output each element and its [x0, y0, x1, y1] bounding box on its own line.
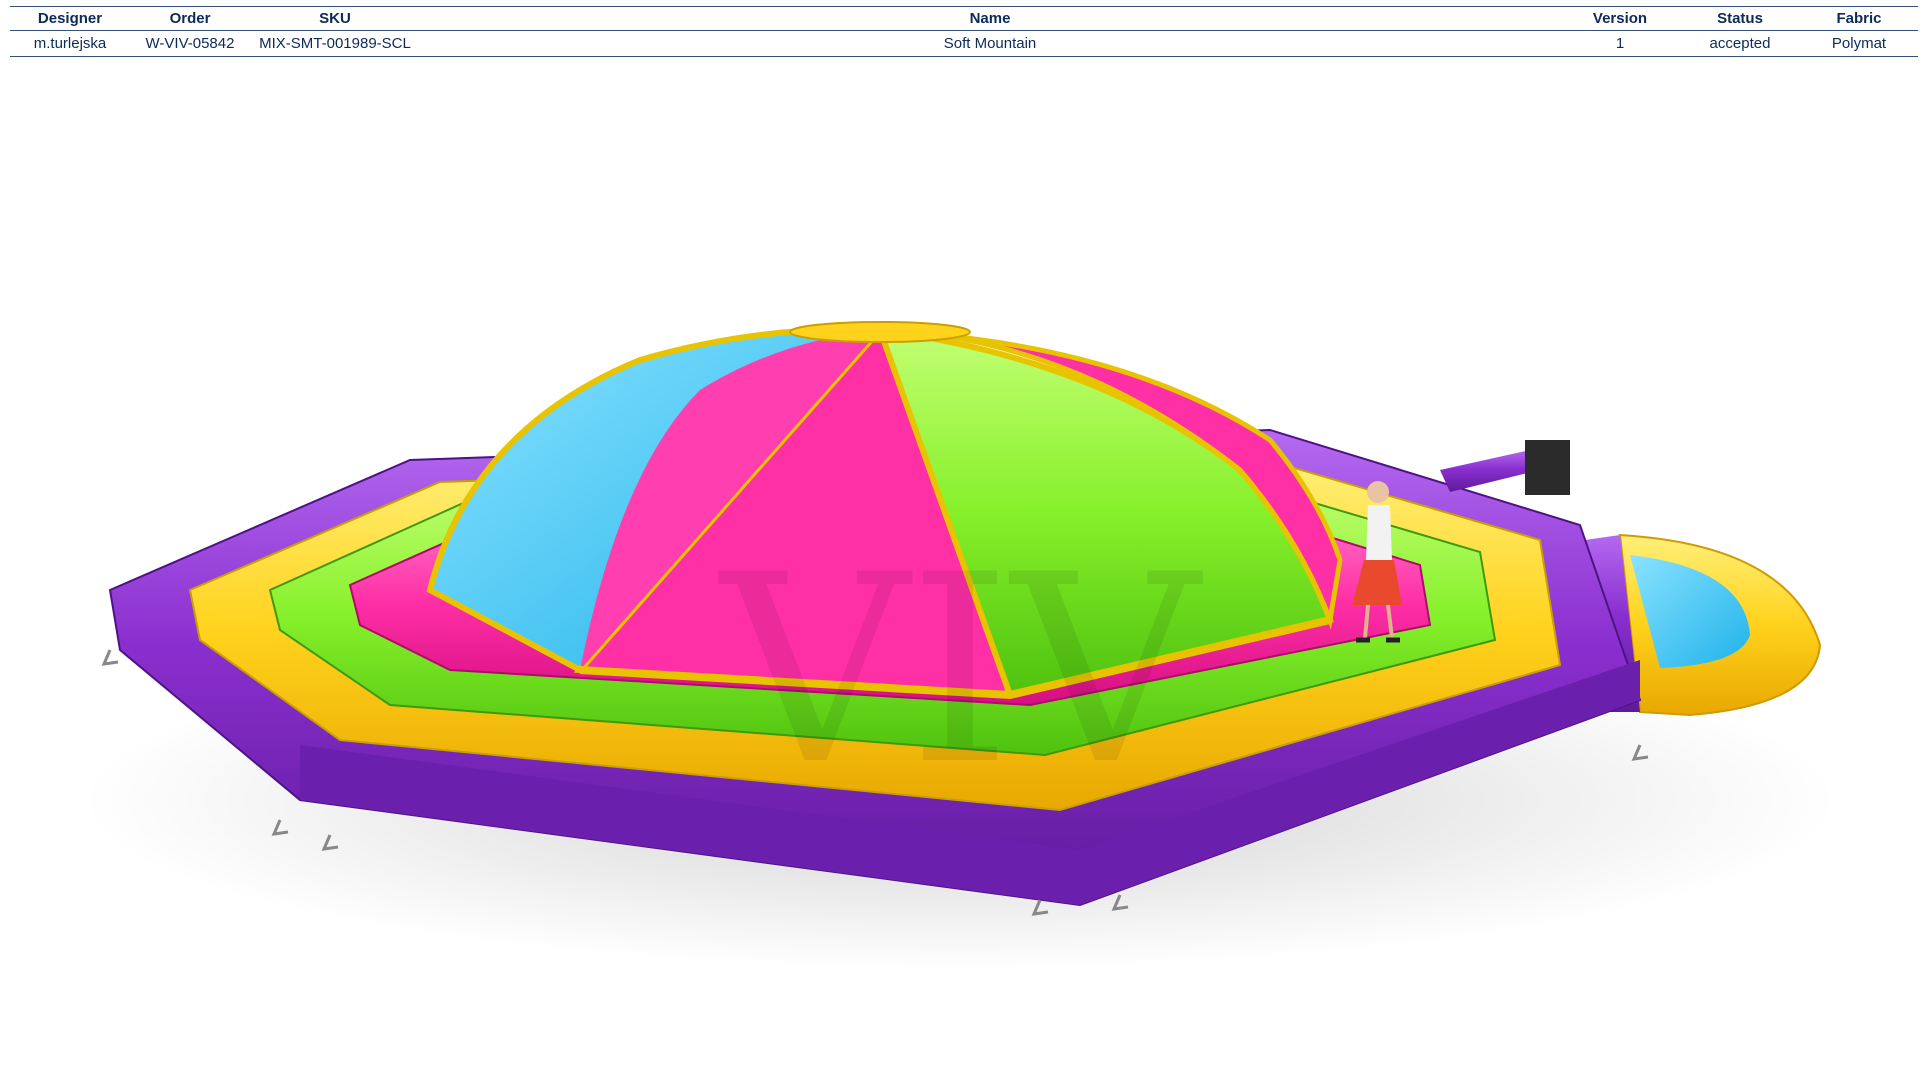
status-value: accepted [1680, 30, 1800, 57]
inflatable-render-image: VIV [80, 321, 1840, 970]
table-row: m.turlejska W-VIV-05842 MIX-SMT-001989-S… [10, 30, 1918, 57]
product-info-table: Designer Order SKU Name Version Status F… [10, 6, 1918, 57]
header-order: Order [130, 6, 250, 31]
blower-unit [1440, 440, 1570, 495]
name-value: Soft Mountain [420, 30, 1560, 57]
header-sku: SKU [250, 6, 420, 31]
header-row: Designer Order SKU Name Version Status F… [10, 6, 1918, 31]
header-version: Version [1560, 6, 1680, 31]
header-name: Name [420, 6, 1560, 31]
watermark-logo: VIV [717, 520, 1207, 822]
designer-value: m.turlejska [10, 30, 130, 57]
sku-value: MIX-SMT-001989-SCL [250, 30, 420, 57]
fabric-value: Polymat [1800, 30, 1918, 57]
product-sheet: Designer Order SKU Name Version Status F… [0, 0, 1920, 1080]
header-fabric: Fabric [1800, 6, 1918, 31]
header-status: Status [1680, 6, 1800, 31]
version-value: 1 [1560, 30, 1680, 57]
product-render: VIV [0, 60, 1920, 1080]
header-designer: Designer [10, 6, 130, 31]
order-value: W-VIV-05842 [130, 30, 250, 57]
